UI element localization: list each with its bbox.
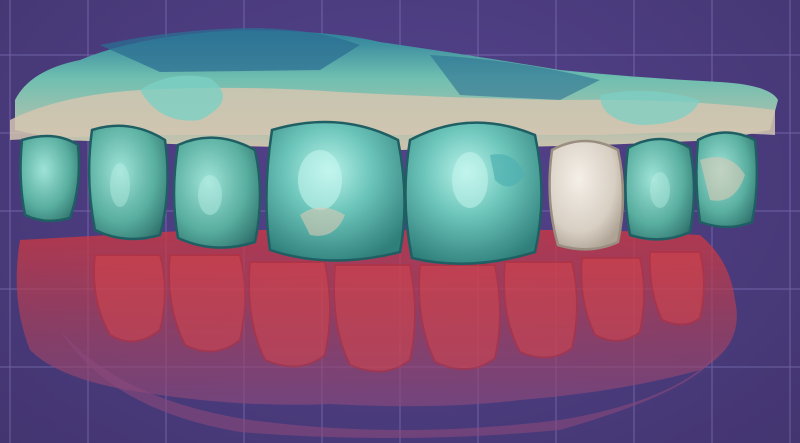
lower-arch[interactable] — [16, 230, 737, 439]
tooth-right-molar — [19, 134, 81, 223]
dental-scan-model[interactable] — [0, 0, 800, 443]
3d-viewport[interactable] — [0, 0, 800, 443]
tooth-left-lateral-wax — [548, 139, 625, 251]
